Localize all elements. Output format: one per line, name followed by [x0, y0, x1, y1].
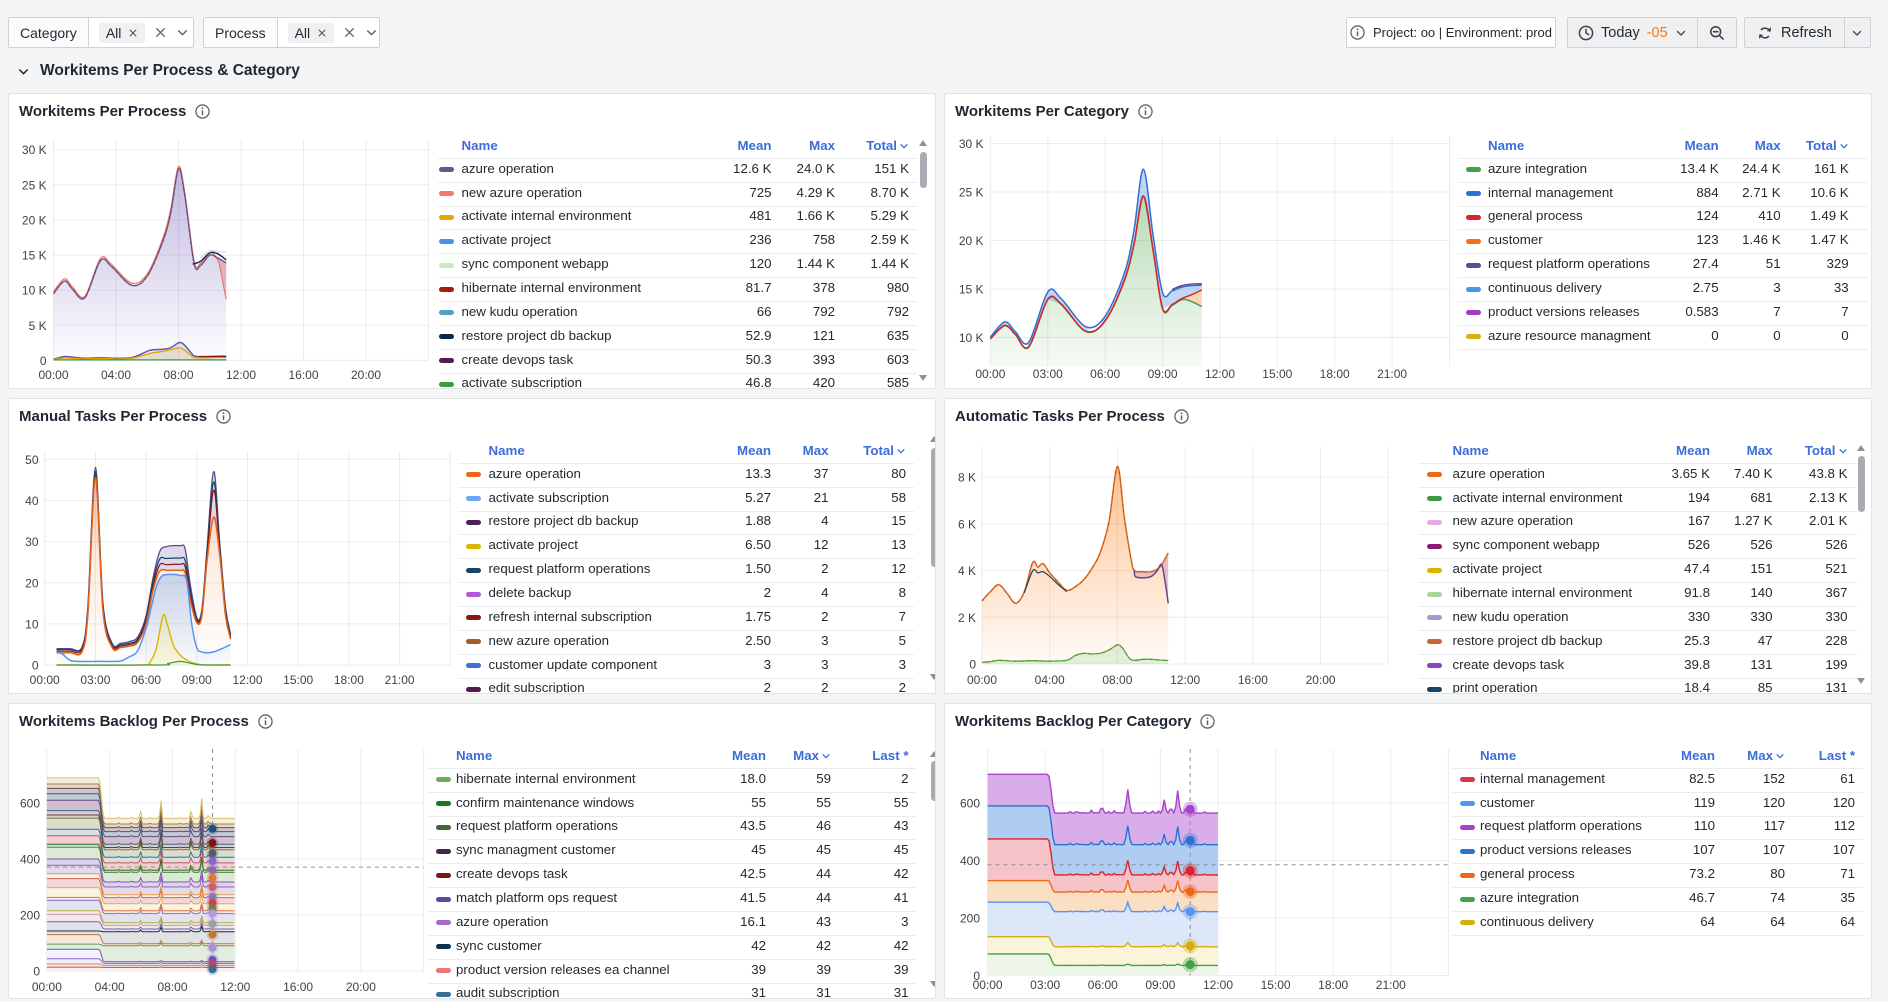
svg-text:12:00: 12:00 — [232, 673, 262, 687]
svg-text:25 K: 25 K — [959, 186, 984, 200]
svg-text:09:00: 09:00 — [1145, 978, 1175, 992]
svg-text:00:00: 00:00 — [975, 367, 1005, 381]
svg-text:18:00: 18:00 — [1318, 978, 1348, 992]
svg-text:0: 0 — [32, 659, 39, 673]
svg-text:12:00: 12:00 — [1203, 978, 1233, 992]
svg-text:0: 0 — [973, 969, 980, 983]
svg-text:400: 400 — [960, 854, 980, 868]
svg-text:16:00: 16:00 — [1238, 673, 1268, 687]
svg-text:21:00: 21:00 — [1376, 978, 1406, 992]
svg-text:00:00: 00:00 — [967, 673, 997, 687]
svg-text:600: 600 — [960, 797, 980, 811]
svg-text:20 K: 20 K — [22, 213, 47, 227]
svg-text:20:00: 20:00 — [351, 368, 381, 382]
svg-text:8 K: 8 K — [958, 471, 976, 485]
svg-text:21:00: 21:00 — [1377, 367, 1407, 381]
svg-text:12:00: 12:00 — [1170, 673, 1200, 687]
svg-text:0: 0 — [40, 354, 47, 368]
svg-text:18:00: 18:00 — [1320, 367, 1350, 381]
svg-text:08:00: 08:00 — [1102, 673, 1132, 687]
svg-text:09:00: 09:00 — [1148, 367, 1178, 381]
svg-text:06:00: 06:00 — [131, 673, 161, 687]
svg-text:0: 0 — [969, 658, 976, 672]
svg-text:200: 200 — [20, 909, 40, 923]
svg-text:50: 50 — [25, 453, 39, 467]
svg-text:25 K: 25 K — [22, 178, 47, 192]
svg-text:03:00: 03:00 — [1030, 978, 1060, 992]
svg-text:04:00: 04:00 — [1035, 673, 1065, 687]
svg-text:16:00: 16:00 — [283, 980, 313, 994]
svg-text:600: 600 — [20, 797, 40, 811]
svg-text:4 K: 4 K — [958, 564, 976, 578]
svg-text:00:00: 00:00 — [38, 368, 68, 382]
svg-text:200: 200 — [960, 912, 980, 926]
svg-text:40: 40 — [25, 494, 39, 508]
svg-text:21:00: 21:00 — [385, 673, 415, 687]
svg-text:06:00: 06:00 — [1090, 367, 1120, 381]
svg-text:20 K: 20 K — [959, 234, 984, 248]
svg-text:00:00: 00:00 — [30, 673, 60, 687]
svg-text:16:00: 16:00 — [288, 368, 318, 382]
svg-text:04:00: 04:00 — [101, 368, 131, 382]
svg-text:15:00: 15:00 — [1261, 978, 1291, 992]
svg-text:08:00: 08:00 — [163, 368, 193, 382]
svg-text:20: 20 — [25, 576, 39, 590]
svg-text:08:00: 08:00 — [157, 980, 187, 994]
svg-text:30: 30 — [25, 535, 39, 549]
svg-text:00:00: 00:00 — [32, 980, 62, 994]
svg-text:400: 400 — [20, 853, 40, 867]
svg-text:0: 0 — [33, 965, 40, 979]
svg-text:15:00: 15:00 — [1262, 367, 1292, 381]
svg-text:15:00: 15:00 — [283, 673, 313, 687]
svg-text:10 K: 10 K — [959, 331, 984, 345]
svg-text:12:00: 12:00 — [1205, 367, 1235, 381]
svg-text:03:00: 03:00 — [1033, 367, 1063, 381]
svg-text:30 K: 30 K — [959, 137, 984, 151]
svg-text:09:00: 09:00 — [182, 673, 212, 687]
svg-text:15 K: 15 K — [22, 249, 47, 263]
svg-text:20:00: 20:00 — [1306, 673, 1336, 687]
svg-text:10: 10 — [25, 617, 39, 631]
svg-text:6 K: 6 K — [958, 517, 976, 531]
svg-text:30 K: 30 K — [22, 143, 47, 157]
svg-text:2 K: 2 K — [958, 611, 976, 625]
svg-text:04:00: 04:00 — [95, 980, 125, 994]
svg-text:03:00: 03:00 — [80, 673, 110, 687]
svg-text:15 K: 15 K — [959, 283, 984, 297]
svg-text:18:00: 18:00 — [334, 673, 364, 687]
svg-text:12:00: 12:00 — [220, 980, 250, 994]
svg-text:5 K: 5 K — [29, 319, 47, 333]
svg-text:10 K: 10 K — [22, 284, 47, 298]
svg-text:12:00: 12:00 — [226, 368, 256, 382]
svg-text:06:00: 06:00 — [1088, 978, 1118, 992]
svg-text:20:00: 20:00 — [346, 980, 376, 994]
